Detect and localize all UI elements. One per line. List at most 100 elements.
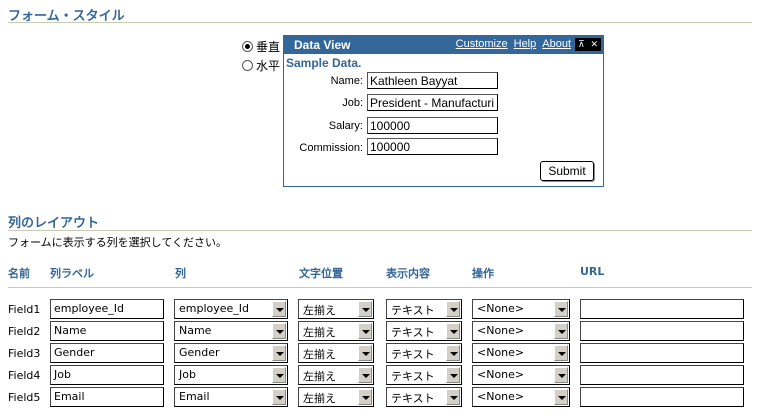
pin-icon[interactable]: ⊼ <box>578 40 585 50</box>
chevron-down-icon[interactable] <box>446 323 460 339</box>
action-select[interactable]: <None> <box>472 343 570 363</box>
chevron-down-icon[interactable] <box>272 367 286 383</box>
close-icon[interactable]: ✕ <box>590 40 598 50</box>
submit-button[interactable]: Submit <box>540 161 594 181</box>
salary-label: Salary: <box>328 120 363 132</box>
align-select[interactable]: 左揃え <box>298 299 374 319</box>
chevron-down-icon[interactable] <box>446 301 460 317</box>
commission-field[interactable]: 100000 <box>367 138 498 155</box>
job-label: Job: <box>342 97 363 109</box>
chevron-down-icon[interactable] <box>554 323 568 339</box>
align-select[interactable]: 左揃え <box>298 343 374 363</box>
chevron-down-icon[interactable] <box>272 389 286 405</box>
row-name: Field5 <box>8 391 41 404</box>
display-select[interactable]: テキスト <box>386 387 462 407</box>
commission-label: Commission: <box>299 142 363 154</box>
action-select[interactable]: <None> <box>472 299 570 319</box>
display-select-value: テキスト <box>391 304 435 317</box>
display-select[interactable]: テキスト <box>386 321 462 341</box>
row-name: Field4 <box>8 369 41 382</box>
radio-horizontal-button[interactable] <box>242 60 253 71</box>
name-label: Name: <box>330 75 363 87</box>
align-select[interactable]: 左揃え <box>298 387 374 407</box>
header-divider <box>8 287 752 288</box>
action-select-value: <None> <box>477 368 525 381</box>
display-select-value: テキスト <box>391 370 435 383</box>
display-select[interactable]: テキスト <box>386 365 462 385</box>
chevron-down-icon[interactable] <box>358 301 372 317</box>
row-name: Field2 <box>8 325 41 338</box>
column-select-value: employee_Id <box>179 302 250 315</box>
chevron-down-icon[interactable] <box>446 389 460 405</box>
column-label-input[interactable]: Name <box>50 321 164 341</box>
chevron-down-icon[interactable] <box>358 389 372 405</box>
instruction-text: フォームに表示する列を選択してください。 <box>8 236 228 249</box>
radio-horizontal-label: 水平 <box>256 59 281 73</box>
chevron-down-icon[interactable] <box>358 323 372 339</box>
header-name: 名前 <box>8 267 30 280</box>
popup-links: Customize Help About <box>456 38 571 50</box>
url-input[interactable] <box>580 387 744 407</box>
section-divider <box>8 22 752 23</box>
chevron-down-icon[interactable] <box>554 389 568 405</box>
column-select[interactable]: Gender <box>174 343 288 363</box>
column-select[interactable]: Job <box>174 365 288 385</box>
help-link[interactable]: Help <box>514 38 537 50</box>
chevron-down-icon[interactable] <box>358 367 372 383</box>
column-select[interactable]: Email <box>174 387 288 407</box>
align-select[interactable]: 左揃え <box>298 321 374 341</box>
header-column: 列 <box>175 267 186 280</box>
column-label-input[interactable]: Email <box>50 387 164 407</box>
action-select-value: <None> <box>477 390 525 403</box>
chevron-down-icon[interactable] <box>554 367 568 383</box>
about-link[interactable]: About <box>542 38 571 50</box>
chevron-down-icon[interactable] <box>554 345 568 361</box>
column-label-input[interactable]: employee_Id <box>50 299 164 319</box>
radio-vertical[interactable]: 垂直 <box>242 38 280 55</box>
chevron-down-icon[interactable] <box>358 345 372 361</box>
name-field[interactable]: Kathleen Bayyat <box>367 72 498 89</box>
align-select[interactable]: 左揃え <box>298 365 374 385</box>
url-input[interactable] <box>580 321 744 341</box>
url-input[interactable] <box>580 343 744 363</box>
column-select[interactable]: Name <box>174 321 288 341</box>
align-select-value: 左揃え <box>303 348 336 361</box>
url-input[interactable] <box>580 365 744 385</box>
align-select-value: 左揃え <box>303 370 336 383</box>
radio-vertical-label: 垂直 <box>256 40 281 54</box>
customize-link[interactable]: Customize <box>456 38 508 50</box>
chevron-down-icon[interactable] <box>446 367 460 383</box>
popup-title: Data View <box>294 38 351 52</box>
data-view-popup: Data View Customize Help About ⊼ ✕ Sampl… <box>283 35 604 187</box>
chevron-down-icon[interactable] <box>272 323 286 339</box>
salary-field[interactable]: 100000 <box>367 117 498 134</box>
chevron-down-icon[interactable] <box>272 345 286 361</box>
sample-data-title: Sample Data. <box>286 56 362 70</box>
header-align: 文字位置 <box>299 267 343 280</box>
column-layout-title: 列のレイアウト <box>8 216 100 231</box>
display-select[interactable]: テキスト <box>386 299 462 319</box>
column-label-input[interactable]: Job <box>50 365 164 385</box>
action-select[interactable]: <None> <box>472 321 570 341</box>
display-select-value: テキスト <box>391 348 435 361</box>
action-select-value: <None> <box>477 324 525 337</box>
column-select-value: Gender <box>179 346 220 359</box>
radio-vertical-button[interactable] <box>242 41 253 52</box>
display-select[interactable]: テキスト <box>386 343 462 363</box>
job-field[interactable]: President - Manufacturi <box>367 94 498 111</box>
column-select-value: Email <box>179 390 210 403</box>
action-select-value: <None> <box>477 346 525 359</box>
url-input[interactable] <box>580 299 744 319</box>
column-select[interactable]: employee_Id <box>174 299 288 319</box>
section-divider <box>8 230 752 231</box>
radio-horizontal[interactable]: 水平 <box>242 57 280 74</box>
chevron-down-icon[interactable] <box>272 301 286 317</box>
display-select-value: テキスト <box>391 392 435 405</box>
action-select[interactable]: <None> <box>472 365 570 385</box>
column-select-value: Name <box>179 324 212 337</box>
action-select[interactable]: <None> <box>472 387 570 407</box>
column-label-input[interactable]: Gender <box>50 343 164 363</box>
chevron-down-icon[interactable] <box>554 301 568 317</box>
chevron-down-icon[interactable] <box>446 345 460 361</box>
header-url: URL <box>580 265 605 278</box>
